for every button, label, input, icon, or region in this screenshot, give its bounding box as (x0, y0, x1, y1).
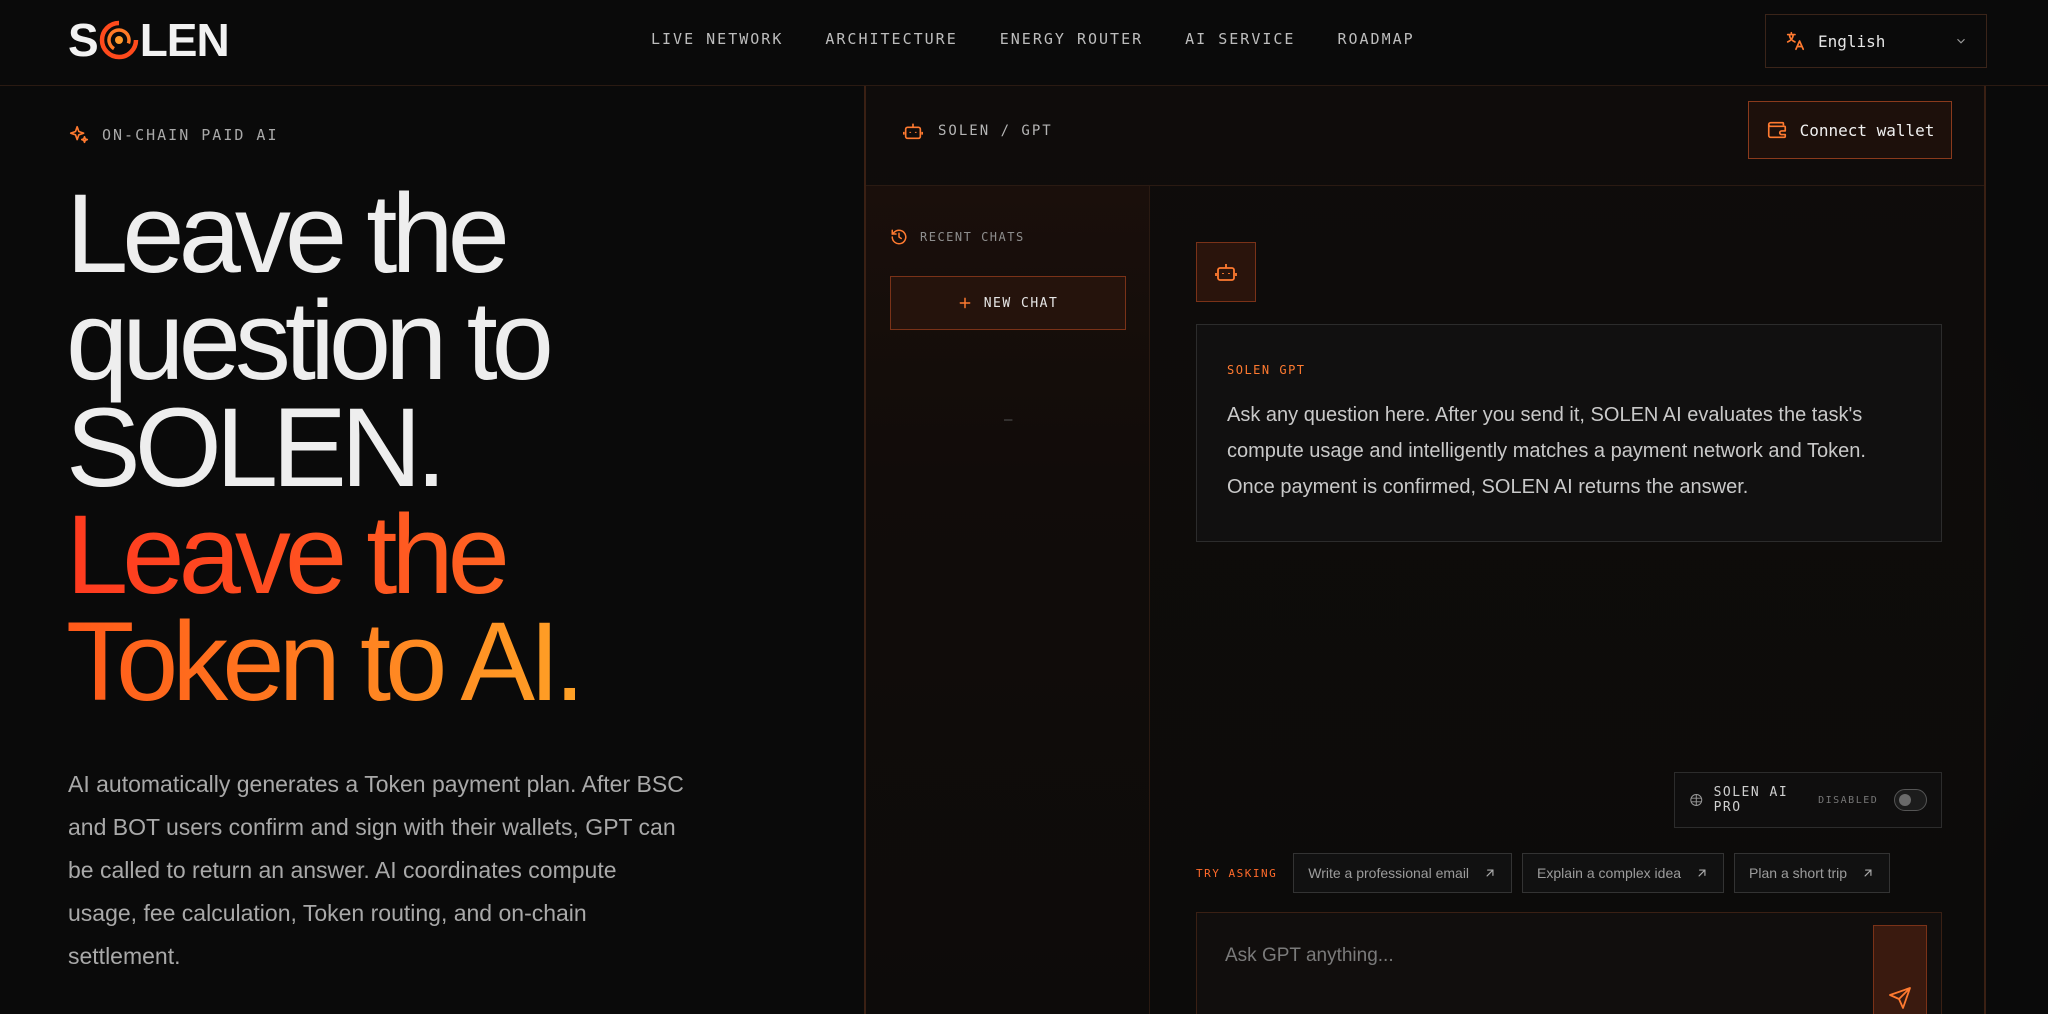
headline-line-2: question to (66, 278, 554, 403)
headline-line-5: Token to AI. (66, 599, 585, 724)
nav-link-architecture[interactable]: ARCHITECTURE (825, 30, 957, 48)
translate-icon (1786, 31, 1805, 51)
pro-toggle-switch[interactable] (1894, 789, 1927, 811)
arrow-up-right-icon (1486, 869, 1494, 877)
language-label: English (1818, 31, 1886, 51)
pro-toggle-knob (1899, 794, 1912, 806)
logo[interactable]: S LEN (68, 14, 230, 66)
arrow-up-right-icon (1864, 869, 1872, 877)
cube-icon (1690, 794, 1703, 806)
pro-status: DISABLED (1818, 794, 1879, 806)
hero-description: AI automatically generates a Token payme… (68, 771, 684, 969)
nav-link-energy-router[interactable]: ENERGY ROUTER (1000, 30, 1143, 48)
headline-line-1: Leave the (66, 171, 510, 296)
nav-link-roadmap[interactable]: ROADMAP (1337, 30, 1414, 48)
chat-input[interactable] (1225, 941, 1825, 971)
recent-chats-label: RECENT CHATS (920, 230, 1025, 244)
recent-chats-heading: RECENT CHATS (890, 228, 1025, 246)
try-asking-row: TRY ASKING Write a professional email Ex… (1196, 852, 1891, 894)
message-body: Ask any question here. After you send it… (1227, 404, 1866, 498)
solen-ai-pro-toggle-card: SOLEN AI PRO DISABLED (1674, 772, 1942, 828)
connect-wallet-button[interactable]: Connect wallet (1748, 101, 1952, 159)
bot-avatar (1196, 242, 1256, 302)
bot-message: SOLEN GPT Ask any question here. After y… (1196, 324, 1942, 542)
chat-sidebar: RECENT CHATS NEW CHAT — (866, 186, 1150, 1014)
chat-composer (1196, 912, 1942, 1014)
logo-letters-len: LEN (139, 14, 230, 66)
suggestion-chip-trip[interactable]: Plan a short trip (1734, 853, 1891, 893)
language-select[interactable]: English (1765, 14, 1987, 68)
send-icon (1889, 987, 1911, 1009)
suggestion-chip-label: Write a professional email (1308, 865, 1470, 881)
robot-icon (903, 123, 923, 140)
panel-title: SOLEN / GPT (902, 120, 1053, 142)
headline-line-4: Leave the (66, 499, 579, 611)
send-button[interactable] (1873, 925, 1927, 1014)
history-icon (891, 229, 907, 245)
suggestion-chip-email[interactable]: Write a professional email (1293, 853, 1513, 893)
empty-chats-placeholder: — (1004, 412, 1013, 428)
hero-headline: Leave the question to SOLEN. Leave the T… (66, 171, 585, 724)
sparkle-icon (69, 125, 89, 144)
try-asking-label: TRY ASKING (1196, 866, 1278, 880)
wallet-icon (1767, 121, 1786, 139)
hero-badge-label: ON-CHAIN PAID AI (102, 126, 279, 144)
chat-area: SOLEN GPT Ask any question here. After y… (1150, 186, 1984, 1014)
suggestion-chip-label: Plan a short trip (1749, 865, 1848, 881)
nav-links: LIVE NETWORK ARCHITECTURE ENERGY ROUTER … (651, 30, 1415, 48)
page: S LEN LIVE NETWORK ARCHITECTURE ENERGY R… (0, 0, 2048, 1014)
hero-badge: ON-CHAIN PAID AI (68, 124, 279, 146)
panel-title-label: SOLEN / GPT (938, 123, 1053, 139)
new-chat-label: NEW CHAT (983, 295, 1059, 311)
suggestion-chip-label: Explain a complex idea (1537, 865, 1682, 881)
plus-icon (959, 297, 971, 309)
new-chat-button[interactable]: NEW CHAT (890, 276, 1126, 330)
pro-label: SOLEN AI PRO (1713, 785, 1789, 815)
nav-link-live-network[interactable]: LIVE NETWORK (651, 30, 783, 48)
logo-letter-s: S (68, 14, 99, 66)
chevron-down-icon (1957, 38, 1965, 44)
solen-ring-icon (99, 20, 138, 60)
robot-icon (1215, 264, 1237, 281)
gpt-panel: SOLEN / GPT Connect wallet RECENT CHATS … (864, 86, 1986, 1014)
nav-link-ai-service[interactable]: AI SERVICE (1185, 30, 1295, 48)
connect-wallet-label: Connect wallet (1799, 120, 1935, 140)
headline-line-3: SOLEN. (66, 385, 447, 510)
top-nav: S LEN LIVE NETWORK ARCHITECTURE ENERGY R… (0, 0, 2048, 86)
arrow-up-right-icon (1698, 869, 1706, 877)
panel-header: SOLEN / GPT Connect wallet (866, 86, 1984, 186)
suggestion-chip-explain[interactable]: Explain a complex idea (1522, 853, 1725, 893)
message-sender: SOLEN GPT (1227, 363, 1306, 377)
